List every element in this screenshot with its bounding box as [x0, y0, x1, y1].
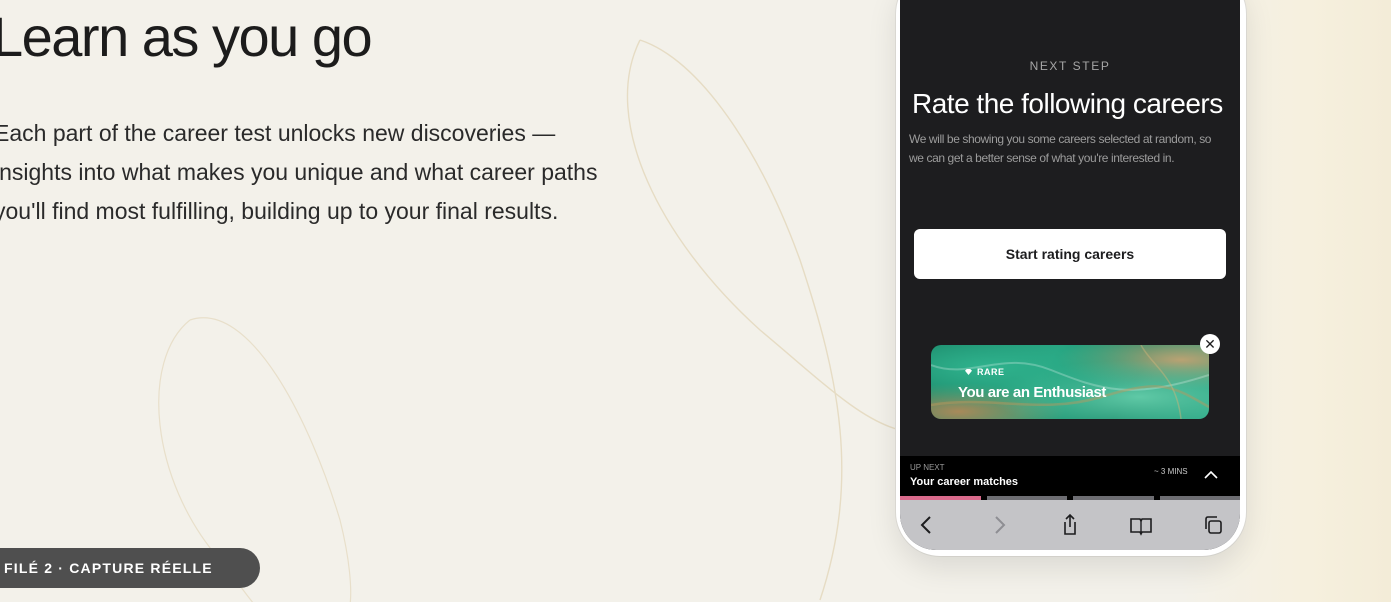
badge-title: You are an Enthusiast: [958, 384, 1107, 401]
share-icon[interactable]: [1057, 512, 1083, 538]
gem-icon: [965, 369, 972, 375]
tabs-icon[interactable]: [1200, 512, 1226, 538]
up-next-label: UP NEXT: [910, 463, 945, 472]
browser-toolbar: [900, 500, 1240, 550]
page-title: Learn as you go: [0, 5, 373, 68]
phone-mockup: NEXT STEP Rate the following careers We …: [896, 0, 1246, 556]
hero-description: Each part of the career test unlocks new…: [0, 114, 597, 231]
step-eyebrow: NEXT STEP: [1029, 59, 1111, 73]
page: Learn as you go Each part of the career …: [0, 0, 1391, 602]
step-description: We will be showing you some careers sele…: [909, 132, 1212, 165]
chevron-up-icon[interactable]: [1204, 470, 1218, 480]
hero-description-line: insights into what makes you unique and …: [0, 159, 598, 185]
phone-screen: NEXT STEP Rate the following careers We …: [900, 0, 1240, 550]
step-title: Rate the following careers: [912, 88, 1223, 119]
up-next-duration: ~ 3 MINS: [1154, 467, 1188, 476]
up-next-bar[interactable]: UP NEXT Your career matches ~ 3 MINS: [900, 456, 1240, 500]
up-next-title: Your career matches: [910, 476, 1019, 488]
forward-icon[interactable]: [986, 512, 1012, 538]
start-rating-button[interactable]: Start rating careers: [914, 229, 1226, 279]
achievement-badge-card[interactable]: RARE You are an Enthusiast: [931, 345, 1209, 419]
rarity-label: RARE: [977, 367, 1005, 377]
bookmarks-icon[interactable]: [1128, 512, 1154, 538]
rarity-tag: RARE: [965, 367, 1005, 377]
hero-description-line: you'll find most fulfilling, building up…: [0, 198, 559, 224]
close-icon[interactable]: ✕: [1200, 334, 1220, 354]
hero-description-line: Each part of the career test unlocks new…: [0, 120, 556, 146]
back-icon[interactable]: [914, 512, 940, 538]
caption-pill: FILÉ 2 · CAPTURE RÉELLE: [0, 548, 260, 588]
marble-texture: [931, 345, 1209, 419]
